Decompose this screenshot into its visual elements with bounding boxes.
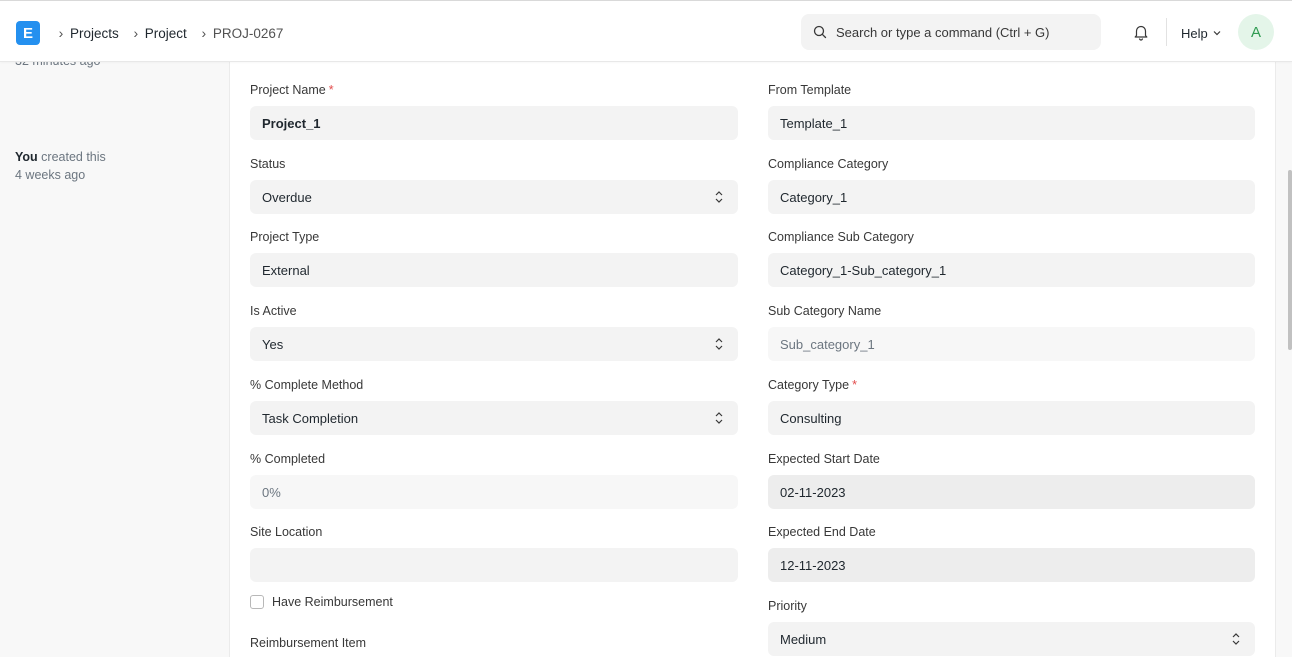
field-is-active: Is Active Yes	[250, 303, 738, 361]
chevron-down-icon	[1213, 31, 1221, 36]
field-sub-category-name: Sub Category Name Sub_category_1	[768, 303, 1255, 361]
field-label: % Complete Method	[250, 378, 364, 392]
select-value: Task Completion	[262, 410, 359, 426]
chevron-right-icon: ›	[201, 25, 207, 41]
field-site-location: Site Location	[250, 524, 738, 582]
search-placeholder: Search or type a command (Ctrl + G)	[836, 24, 1050, 40]
category-type-input[interactable]: Consulting	[768, 401, 1255, 435]
avatar[interactable]: A	[1238, 14, 1274, 50]
select-value: Yes	[262, 336, 284, 352]
breadcrumb-project[interactable]: Project	[145, 26, 187, 41]
field-from-template: From Template Template_1	[768, 82, 1255, 140]
percent-completed-value: 0%	[250, 475, 738, 509]
breadcrumb-current: PROJ-0267	[212, 25, 284, 41]
notification-bell-icon[interactable]	[1131, 22, 1151, 42]
checkbox-label: Have Reimbursement	[272, 595, 393, 609]
select-arrows-icon	[715, 191, 723, 203]
project-type-input[interactable]: External	[250, 253, 738, 287]
select-value: Medium	[780, 631, 827, 647]
navbar: E › Projects › Project › PROJ-0267 Searc…	[0, 0, 1292, 62]
priority-select[interactable]: Medium	[768, 622, 1255, 656]
sub-category-name-value: Sub_category_1	[768, 327, 1255, 361]
activity-time: 4 weeks ago	[15, 168, 86, 182]
field-label: Expected Start Date	[768, 452, 880, 466]
help-label: Help	[1181, 25, 1208, 41]
status-select[interactable]: Overdue	[250, 180, 738, 214]
field-label: Category Type *	[768, 378, 857, 392]
field-label: Sub Category Name	[768, 304, 882, 318]
field-complete-method: % Complete Method Task Completion	[250, 377, 738, 435]
field-label: % Completed	[250, 452, 326, 466]
search-icon	[813, 25, 827, 39]
field-label: Compliance Sub Category	[768, 230, 914, 244]
field-expected-end-date: Expected End Date 12-11-2023	[768, 524, 1255, 582]
chevron-right-icon: ›	[133, 25, 139, 41]
breadcrumb-projects[interactable]: Projects	[70, 26, 119, 41]
site-location-input[interactable]	[250, 548, 738, 582]
compliance-sub-category-input[interactable]: Category_1-Sub_category_1	[768, 253, 1255, 287]
field-label: From Template	[768, 83, 852, 97]
chevron-right-icon: ›	[58, 25, 64, 41]
select-arrows-icon	[1232, 633, 1240, 645]
expected-end-date-input[interactable]: 12-11-2023	[768, 548, 1255, 582]
is-active-select[interactable]: Yes	[250, 327, 738, 361]
field-category-type: Category Type * Consulting	[768, 377, 1255, 435]
field-label: Project Name *	[250, 83, 334, 97]
help-dropdown[interactable]: Help	[1181, 23, 1222, 43]
project-name-input[interactable]: Project_1	[250, 106, 738, 140]
breadcrumb: › Projects › Project › PROJ-0267	[52, 23, 284, 43]
from-template-input[interactable]: Template_1	[768, 106, 1255, 140]
search-input[interactable]: Search or type a command (Ctrl + G)	[801, 14, 1101, 50]
complete-method-select[interactable]: Task Completion	[250, 401, 738, 435]
field-label: Site Location	[250, 525, 323, 539]
activity-actor: You	[15, 150, 38, 164]
activity-entry: You created this 4 weeks ago	[15, 148, 106, 184]
field-percent-completed: % Completed 0%	[250, 451, 738, 509]
field-project-type: Project Type External	[250, 229, 738, 287]
field-expected-start-date: Expected Start Date 02-11-2023	[768, 451, 1255, 509]
field-label: Status	[250, 157, 286, 171]
select-arrows-icon	[715, 338, 723, 350]
activity-sidebar: 32 minutes ago You created this 4 weeks …	[0, 54, 229, 657]
have-reimbursement-row[interactable]: Have Reimbursement	[250, 595, 393, 609]
select-arrows-icon	[715, 412, 723, 424]
field-label: Expected End Date	[768, 525, 876, 539]
field-compliance-category: Compliance Category Category_1	[768, 156, 1255, 214]
have-reimbursement-checkbox[interactable]	[250, 595, 264, 609]
field-reimbursement-item: Reimbursement Item	[250, 635, 738, 651]
field-label: Project Type	[250, 230, 320, 244]
field-status: Status Overdue	[250, 156, 738, 214]
field-label: Priority	[768, 599, 807, 613]
page-scrollbar[interactable]	[1288, 170, 1292, 350]
select-value: Overdue	[262, 189, 312, 205]
field-priority: Priority Medium	[768, 598, 1255, 656]
field-project-name: Project Name * Project_1	[250, 82, 738, 140]
app-logo[interactable]: E	[16, 21, 40, 45]
field-label: Is Active	[250, 304, 297, 318]
field-compliance-sub-category: Compliance Sub Category Category_1-Sub_c…	[768, 229, 1255, 287]
field-label: Compliance Category	[768, 157, 889, 171]
expected-start-date-input[interactable]: 02-11-2023	[768, 475, 1255, 509]
nav-divider	[1166, 18, 1167, 46]
activity-text: created this	[37, 150, 106, 164]
compliance-category-input[interactable]: Category_1	[768, 180, 1255, 214]
field-label: Reimbursement Item	[250, 636, 367, 650]
